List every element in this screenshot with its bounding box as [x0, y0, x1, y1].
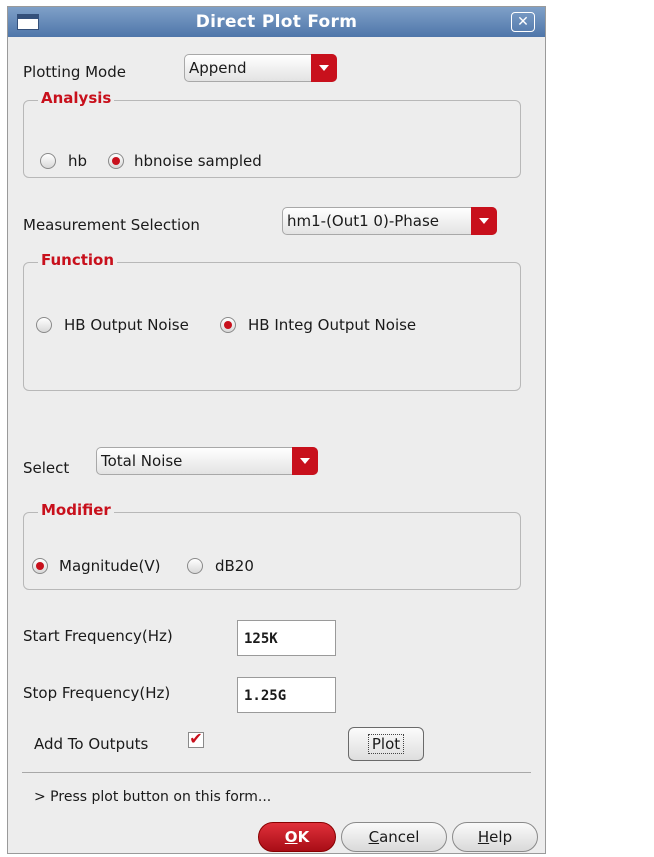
start-frequency-input[interactable]: 125K — [237, 620, 336, 656]
radio-hbnoise-sampled[interactable] — [108, 153, 124, 169]
function-group: Function HB Output Noise HB Integ Output… — [23, 251, 521, 391]
measurement-selection-label: Measurement Selection — [23, 216, 200, 234]
radio-magnitude-label: Magnitude(V) — [59, 557, 161, 575]
start-frequency-label: Start Frequency(Hz) — [23, 627, 173, 645]
radio-db20-label: dB20 — [215, 557, 254, 575]
add-to-outputs-checkbox[interactable]: ✔ — [188, 731, 204, 748]
modifier-group: Modifier Magnitude(V) dB20 — [23, 501, 521, 590]
chevron-down-icon[interactable] — [292, 447, 318, 475]
direct-plot-form-window: Direct Plot Form ✕ Plotting Mode Append … — [7, 6, 546, 854]
plotting-mode-value: Append — [189, 59, 247, 77]
close-icon[interactable]: ✕ — [511, 12, 535, 32]
help-mnemonic: H — [477, 828, 490, 846]
ok-label-rest: K — [297, 828, 310, 846]
add-to-outputs-label: Add To Outputs — [34, 735, 149, 753]
measurement-selection-value: hm1-(Out1 0)-Phase — [287, 212, 440, 230]
ok-mnemonic: O — [284, 828, 298, 846]
plotting-mode-dropdown[interactable]: Append — [184, 54, 337, 82]
ok-button[interactable]: OK — [258, 822, 336, 852]
cancel-button[interactable]: Cancel — [341, 822, 447, 852]
radio-hbnoise-sampled-label: hbnoise sampled — [134, 152, 262, 170]
help-button[interactable]: Help — [452, 822, 538, 852]
radio-db20[interactable] — [187, 558, 203, 574]
modifier-legend: Modifier — [38, 501, 114, 519]
select-label: Select — [23, 459, 70, 477]
cancel-mnemonic: C — [368, 828, 380, 846]
radio-hb-output-noise[interactable] — [36, 317, 52, 333]
analysis-group: Analysis hb hbnoise sampled — [23, 89, 521, 178]
plotting-mode-label: Plotting Mode — [23, 63, 126, 81]
radio-magnitude[interactable] — [32, 558, 48, 574]
plot-button-label: Plot — [367, 734, 405, 754]
radio-hb-integ-output-noise[interactable] — [220, 317, 236, 333]
measurement-selection-dropdown[interactable]: hm1-(Out1 0)-Phase — [282, 207, 497, 235]
help-label-rest: elp — [489, 828, 513, 846]
stop-frequency-input[interactable]: 1.25G — [237, 677, 336, 713]
select-dropdown[interactable]: Total Noise — [96, 447, 318, 475]
radio-hb-label: hb — [68, 152, 88, 170]
chevron-down-icon[interactable] — [311, 54, 337, 82]
status-message: > Press plot button on this form... — [34, 789, 272, 805]
function-legend: Function — [38, 251, 118, 269]
radio-hb-output-noise-label: HB Output Noise — [64, 316, 189, 334]
cancel-label-rest: ancel — [379, 828, 420, 846]
radio-hb[interactable] — [40, 153, 56, 169]
plot-button[interactable]: Plot — [348, 727, 424, 761]
separator — [22, 772, 531, 773]
title-bar[interactable]: Direct Plot Form ✕ — [8, 7, 545, 37]
radio-hb-integ-output-noise-label: HB Integ Output Noise — [248, 316, 417, 334]
window-title: Direct Plot Form — [195, 12, 358, 32]
select-value: Total Noise — [101, 452, 183, 470]
stop-frequency-label: Stop Frequency(Hz) — [23, 684, 171, 702]
chevron-down-icon[interactable] — [471, 207, 497, 235]
analysis-legend: Analysis — [38, 89, 115, 107]
